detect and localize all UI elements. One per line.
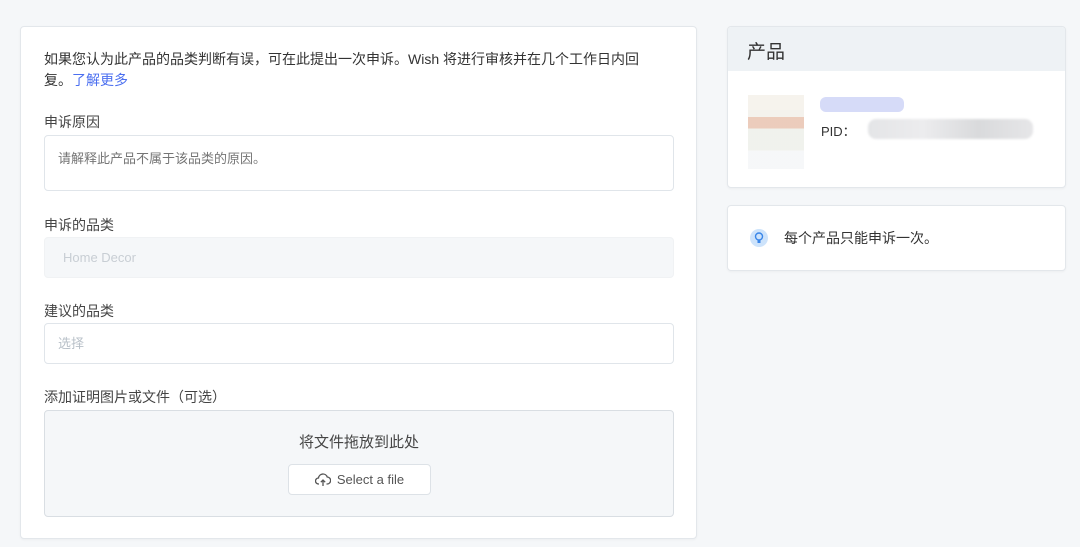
category-field: Home Decor (44, 237, 674, 278)
product-header: 产品 (728, 27, 1065, 71)
product-thumbnail (748, 95, 804, 169)
appeal-form: 如果您认为此产品的品类判断有误，可在此提出一次申诉。Wish 将进行审核并在几个… (20, 26, 697, 539)
tip-text: 每个产品只能申诉一次。 (784, 230, 938, 246)
select-file-button[interactable]: Select a file (288, 464, 431, 495)
product-name-blurred (820, 97, 904, 112)
drop-text: 将文件拖放到此处 (298, 434, 419, 451)
suggested-label: 建议的品类 (44, 303, 114, 319)
reason-input[interactable] (44, 135, 674, 191)
attach-label: 添加证明图片或文件（可选） (44, 389, 226, 405)
lightbulb-icon (750, 229, 768, 247)
reason-label: 申诉原因 (44, 114, 100, 130)
category-label: 申诉的品类 (44, 217, 114, 233)
product-card: 产品 PID： (727, 26, 1066, 188)
file-dropzone[interactable]: 将文件拖放到此处 Select a file (44, 410, 674, 517)
pid-label: PID： (821, 124, 856, 139)
suggested-category-select[interactable]: 选择 (44, 323, 674, 364)
tip-card: 每个产品只能申诉一次。 (727, 205, 1066, 271)
intro-text: 如果您认为此产品的品类判断有误，可在此提出一次申诉。Wish 将进行审核并在几个… (44, 51, 639, 88)
pid-value-blurred (868, 119, 1033, 139)
cloud-upload-icon (314, 472, 331, 486)
select-file-label: Select a file (336, 472, 405, 487)
learn-more-link[interactable]: 了解更多 (72, 72, 128, 88)
